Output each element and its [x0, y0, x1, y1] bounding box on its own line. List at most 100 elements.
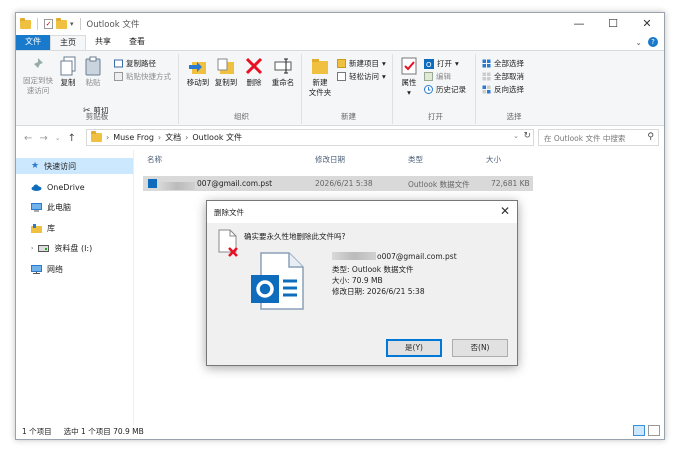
column-date[interactable]: 修改日期	[315, 154, 345, 170]
edit-icon	[424, 72, 433, 81]
customize-qat-icon[interactable]: ▾	[70, 20, 74, 28]
expand-arrow-icon[interactable]: ›	[31, 245, 33, 252]
yes-button[interactable]: 是(Y)	[386, 339, 442, 357]
sidebar-item-quick-access[interactable]: ★ 快速访问	[16, 158, 133, 174]
column-name[interactable]: 名称	[147, 154, 162, 170]
breadcrumb-muse-frog[interactable]: Muse Frog	[113, 133, 154, 142]
search-icon: ⚲	[647, 132, 654, 142]
details-view-icon[interactable]	[633, 425, 645, 436]
pin-quick-access-button[interactable]: 固定到快速访问	[20, 56, 56, 96]
selection-info: 选中 1 个项目 70.9 MB	[63, 426, 144, 436]
title-bar: ✓ ▾ Outlook 文件 — ☐ ✕	[16, 13, 664, 35]
redacted-text	[159, 182, 195, 190]
delete-file-icon	[218, 229, 238, 257]
expand-ribbon-icon[interactable]: ⌄	[635, 38, 642, 47]
copy-button[interactable]: 复制	[56, 56, 80, 88]
select-none-button[interactable]: 全部取消	[482, 71, 524, 82]
column-size[interactable]: 大小	[486, 154, 501, 170]
invert-selection-button[interactable]: 反向选择	[482, 84, 524, 95]
delete-button[interactable]: 删除	[242, 56, 266, 88]
paste-shortcut-icon	[114, 72, 123, 81]
new-folder-button[interactable]: 新建 文件夹	[307, 56, 333, 98]
move-to-button[interactable]: 移动到	[184, 56, 212, 88]
invert-selection-icon	[482, 85, 491, 94]
new-group: 新建 文件夹 新建项目 ▾ 轻松访问 ▾ 新建	[305, 54, 393, 124]
select-all-icon	[482, 59, 491, 68]
properties-button[interactable]: 属性 ▾	[398, 56, 420, 98]
up-arrow-icon[interactable]: ↑	[68, 133, 76, 144]
organize-group: 移动到 复制到 删除 重命名 组织	[182, 54, 302, 124]
sidebar-item-this-pc[interactable]: 此电脑	[16, 199, 133, 215]
recent-locations-icon[interactable]: ⌄	[55, 134, 61, 142]
sidebar-item-data-drive[interactable]: › 资料盘 (I:)	[16, 240, 133, 256]
forward-arrow-icon[interactable]: →	[39, 133, 47, 144]
address-dropdown-icon[interactable]: ⌄	[513, 132, 519, 140]
back-arrow-icon[interactable]: ←	[24, 133, 32, 144]
organize-group-label: 组织	[234, 112, 249, 121]
file-name: 007@gmail.com.pst	[197, 179, 273, 188]
new-folder-icon[interactable]	[56, 17, 67, 29]
breadcrumb-outlook-files[interactable]: Outlook 文件	[192, 132, 242, 143]
refresh-icon[interactable]: ↻	[523, 131, 531, 141]
status-bar: 1 个项目 选中 1 个项目 70.9 MB	[16, 423, 664, 439]
tab-home[interactable]: 主页	[50, 35, 86, 50]
rename-button[interactable]: 重命名	[268, 56, 298, 88]
dialog-question: 确实要永久性地删除此文件吗?	[244, 232, 346, 241]
folder-icon	[91, 131, 102, 142]
tab-share[interactable]: 共享	[86, 35, 120, 50]
close-button[interactable]: ✕	[630, 13, 664, 35]
paste-button[interactable]: 粘贴	[82, 56, 104, 88]
sidebar-item-libraries[interactable]: 库	[16, 220, 133, 236]
quick-access-toolbar: ✓ ▾	[20, 17, 84, 30]
rename-icon	[274, 58, 292, 74]
clipboard-group: 固定到快速访问 复制 粘贴 复制路径 粘贴快捷方式 ✂ 剪切 剪贴板	[16, 54, 179, 124]
select-all-button[interactable]: 全部选择	[482, 58, 524, 69]
computer-icon	[31, 202, 42, 211]
open-group: 属性 ▾ O 打开 ▾ 编辑 历史记录 打开	[396, 54, 476, 124]
redacted-text	[332, 252, 376, 260]
table-row[interactable]: 007@gmail.com.pst 2026/6/21 5:38 Outlook…	[143, 176, 533, 191]
breadcrumb-documents[interactable]: 文档	[165, 132, 181, 143]
new-item-button[interactable]: 新建项目 ▾	[337, 58, 386, 69]
file-date: 2026/6/21 5:38	[315, 179, 373, 188]
move-to-icon	[189, 62, 206, 74]
sidebar-item-network[interactable]: 网络	[16, 261, 133, 277]
paste-label: 粘贴	[85, 78, 101, 87]
tab-view[interactable]: 查看	[120, 35, 154, 50]
copy-to-button[interactable]: 复制到	[212, 56, 240, 88]
navigation-pane: ★ 快速访问 OneDrive 此电脑 库 › 资料盘 (I:) 网络	[16, 150, 134, 425]
address-box[interactable]: › Muse Frog › 文档 › Outlook 文件 ⌄ ↻	[86, 129, 534, 146]
large-icons-view-icon[interactable]	[648, 425, 660, 436]
easy-access-icon	[337, 72, 346, 81]
ribbon-tabs: 文件 主页 共享 查看 ⌄ ?	[16, 35, 664, 50]
search-input[interactable]: 在 Outlook 文件 中搜索 ⚲	[538, 129, 659, 146]
new-group-label: 新建	[341, 112, 356, 121]
help-icon[interactable]: ?	[648, 37, 658, 47]
edit-button[interactable]: 编辑	[424, 71, 451, 82]
no-button[interactable]: 否(N)	[452, 339, 508, 357]
properties-icon	[401, 57, 417, 75]
history-button[interactable]: 历史记录	[424, 84, 466, 95]
tab-file[interactable]: 文件	[16, 35, 50, 50]
column-type[interactable]: 类型	[408, 154, 423, 170]
open-group-label: 打开	[428, 112, 443, 121]
paste-icon	[85, 56, 101, 76]
properties-icon[interactable]: ✓	[44, 19, 53, 29]
folder-icon	[20, 17, 31, 29]
sidebar-item-onedrive[interactable]: OneDrive	[16, 179, 133, 195]
outlook-small-icon: O	[424, 58, 434, 69]
select-group-label: 选择	[506, 112, 522, 121]
dialog-file-date: 修改日期: 2026/6/21 5:38	[332, 287, 425, 296]
copy-to-icon	[217, 58, 234, 74]
dialog-close-icon[interactable]: ✕	[500, 204, 510, 218]
pst-file-icon	[148, 179, 157, 188]
pin-icon	[32, 58, 43, 70]
open-button[interactable]: O 打开 ▾	[424, 58, 459, 69]
easy-access-button[interactable]: 轻松访问 ▾	[337, 71, 386, 82]
window-title: Outlook 文件	[86, 20, 140, 30]
history-icon	[424, 85, 433, 94]
maximize-button[interactable]: ☐	[596, 13, 630, 35]
copy-path-button[interactable]: 复制路径	[114, 58, 156, 69]
paste-shortcut-button[interactable]: 粘贴快捷方式	[114, 71, 171, 82]
minimize-button[interactable]: —	[562, 13, 596, 35]
